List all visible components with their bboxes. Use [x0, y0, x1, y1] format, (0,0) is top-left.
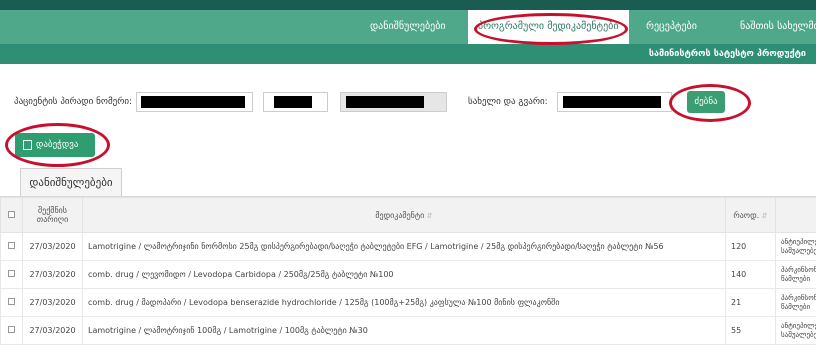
redacted-block: [563, 96, 661, 108]
redacted-block: [274, 96, 312, 108]
row-select-cell: [0, 316, 23, 345]
row-date: 27/03/2020: [22, 288, 83, 317]
name-input[interactable]: [557, 92, 672, 112]
table-row[interactable]: 27/03/2020 Lamotrigine / ლამოტრიჯინ 100მ…: [0, 316, 816, 345]
row-select-cell: [0, 232, 23, 261]
patient-id-label: პაციენტის პირადი ნომერი:: [14, 97, 133, 107]
row-select-cell: [0, 288, 23, 317]
highlight-oval-nav: [474, 13, 628, 45]
prescriptions-table: შექმნის თარიღი მედიკამენტი ⇵ რაოდ. ⇵ 27/…: [0, 197, 816, 345]
table-header-row: შექმნის თარიღი მედიკამენტი ⇵ რაოდ. ⇵: [0, 197, 816, 233]
sub-nav-item[interactable]: სამინისტროს სატესტო პროდუქტი: [649, 44, 806, 64]
row-checkbox[interactable]: [8, 326, 15, 333]
row-checkbox[interactable]: [8, 242, 15, 249]
row-medication: comb. drug / ლევომიდო / Levodopa Carbido…: [82, 260, 726, 289]
table-row[interactable]: 27/03/2020 Lamotrigine / ლამოტრიჯინი ნორ…: [0, 232, 816, 261]
row-medication: Lamotrigine / ლამოტრიჯინი ნორმოსი 25მგ დ…: [82, 232, 726, 261]
redacted-block: [141, 96, 245, 108]
highlight-oval-print: [5, 123, 110, 167]
select-all-cell: [0, 197, 23, 233]
name-label: სახელი და გვარი:: [468, 97, 548, 107]
nav-item-prescriptions[interactable]: დანიშნულებები: [370, 10, 446, 44]
row-checkbox[interactable]: [8, 270, 15, 277]
row-quantity: 55: [725, 316, 776, 345]
sort-icon: ⇵: [761, 211, 768, 220]
row-checkbox[interactable]: [8, 298, 15, 305]
main-nav: დანიშნულებები პროგრამული მედიკამენტები რ…: [0, 10, 816, 44]
row-date: 27/03/2020: [22, 232, 83, 261]
nav-item-stock-guide[interactable]: ნაშთის სახელმძღ: [740, 10, 816, 44]
row-quantity: 140: [725, 260, 776, 289]
extra-field: [340, 92, 447, 112]
column-header-date-label: შექმნის თარიღი: [36, 206, 69, 224]
column-header-date[interactable]: შექმნის თარიღი: [22, 197, 83, 233]
document-input[interactable]: [263, 92, 328, 112]
table-row[interactable]: 27/03/2020 comb. drug / მადოპარი / Levod…: [0, 288, 816, 317]
row-category: პარკინსონს წამლები: [775, 260, 816, 289]
top-bar: [0, 0, 816, 10]
select-all-checkbox[interactable]: [8, 210, 15, 218]
column-header-quantity-label: რაოდ.: [733, 210, 760, 220]
column-header-quantity[interactable]: რაოდ. ⇵: [725, 197, 776, 233]
highlight-oval-search: [669, 84, 751, 122]
row-category: პარკინსონს წამლები: [775, 288, 816, 317]
sub-nav: სამინისტროს სატესტო პროდუქტი: [0, 44, 816, 64]
redacted-block: [346, 96, 424, 108]
row-quantity: 120: [725, 232, 776, 261]
row-medication: comb. drug / მადოპარი / Levodopa bensera…: [82, 288, 726, 317]
row-date: 27/03/2020: [22, 260, 83, 289]
row-date: 27/03/2020: [22, 316, 83, 345]
column-header-extra: [775, 197, 816, 233]
table-row[interactable]: 27/03/2020 comb. drug / ლევომიდო / Levod…: [0, 260, 816, 289]
row-select-cell: [0, 260, 23, 289]
column-header-medication[interactable]: მედიკამენტი ⇵: [82, 197, 726, 233]
row-category: ანტიეპილეპ საშუალებე: [775, 316, 816, 345]
tab-prescriptions[interactable]: დანიშნულებები: [20, 168, 122, 196]
row-medication: Lamotrigine / ლამოტრიჯინ 100მგ / Lamotri…: [82, 316, 726, 345]
patient-id-input[interactable]: [136, 92, 253, 112]
column-header-medication-label: მედიკამენტი: [375, 210, 425, 220]
row-category: ანტიეპილეპ საშუალებე: [775, 232, 816, 261]
sort-icon: ⇵: [426, 211, 433, 220]
row-quantity: 21: [725, 288, 776, 317]
nav-item-recipes[interactable]: რეცეპტები: [646, 10, 697, 44]
